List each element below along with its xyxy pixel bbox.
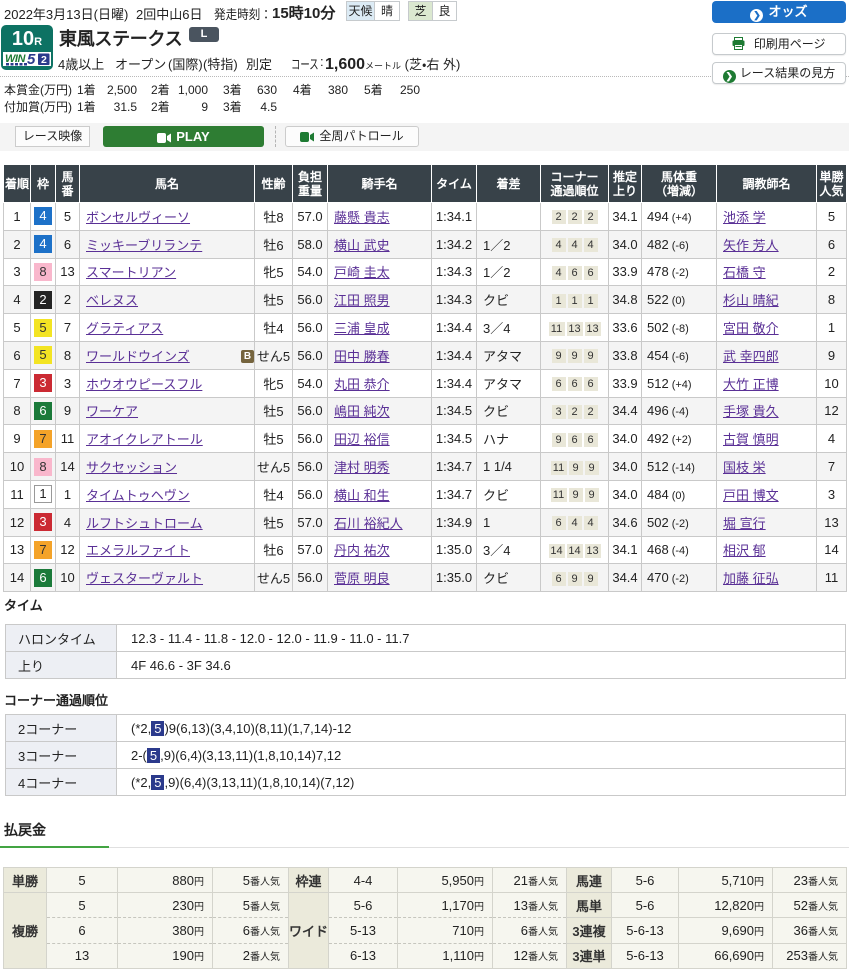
svg-text:2: 2 [41, 54, 47, 66]
svg-text:5: 5 [27, 52, 36, 66]
